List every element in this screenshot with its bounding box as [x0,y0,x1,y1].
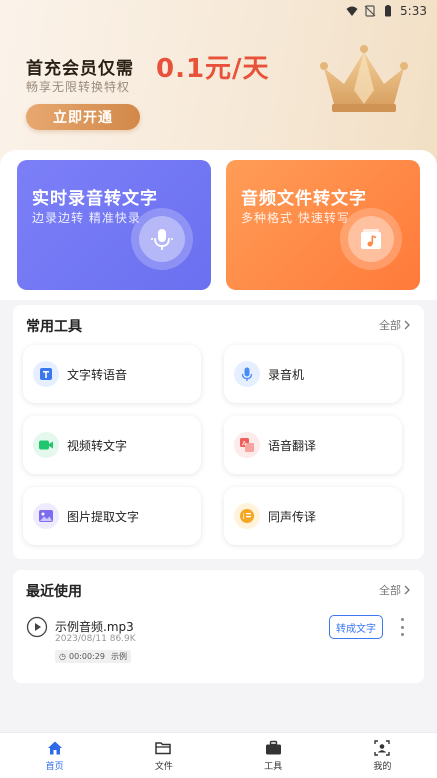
promo-title: 首充会员仅需 [26,59,134,79]
tool-recorder[interactable]: 录音机 [224,345,402,403]
feature-title: 实时录音转文字 [32,189,158,209]
interpret-icon: i [234,503,260,529]
microphone-icon [151,229,173,250]
battery-icon [385,5,392,17]
home-icon [47,741,62,754]
tool-simultaneous-interpret[interactable]: i 同声传译 [224,487,402,545]
convert-to-text-button[interactable]: 转成文字 [329,615,383,639]
wifi-icon [346,6,358,16]
no-sim-icon [364,5,376,17]
tool-video-to-text[interactable]: 视频转文字 [23,416,201,474]
chevron-right-icon [404,585,410,595]
recent-section: 最近使用 全部 示例音频.mp3 2023/08/11 86.9K ◷ 00:0… [13,570,424,683]
svg-text:i: i [243,512,245,521]
audio-file-transcribe-card[interactable]: 音频文件转文字 多种格式 快速转写 [226,160,420,290]
tool-label: 语音翻译 [268,438,317,453]
nav-label: 文件 [154,761,173,772]
video-icon [33,432,59,458]
section-title: 最近使用 [26,584,82,600]
feature-subtitle: 边录边转 精准快录 [32,211,141,225]
tool-voice-translate[interactable]: A 语音翻译 [224,416,402,474]
duration-text: 00:00:29 [68,652,105,661]
more-options-icon[interactable] [399,618,405,636]
svg-text:A: A [242,439,247,447]
clock: 5:33 [400,4,427,18]
feature-title: 音频文件转文字 [241,189,367,209]
nav-tools[interactable]: 工具 [219,733,328,778]
recent-file-name[interactable]: 示例音频.mp3 [55,618,134,635]
duration-badge: ◷ 00:00:29 [55,650,109,663]
common-tools-section: 常用工具 全部 文字转语音 录音机 视频转文字 A 语音翻译 图片提取文字 i … [13,305,424,559]
sample-tag: 示例 [107,650,131,663]
nav-profile[interactable]: 我的 [328,733,437,778]
tool-label: 图片提取文字 [67,509,140,524]
bottom-nav: 首页 文件 工具 我的 [0,732,437,778]
view-all-label: 全部 [379,584,401,597]
promo-price: 0.1元/天 [156,54,270,84]
chevron-right-icon [404,320,410,330]
folder-icon [155,741,172,754]
status-bar: 5:33 [0,0,437,22]
subscribe-button[interactable]: 立即开通 [26,104,140,130]
nav-label: 我的 [373,761,392,772]
tool-label: 录音机 [268,367,305,382]
text-to-speech-icon [33,361,59,387]
tool-label: 同声传译 [268,509,317,524]
feature-badge [340,208,402,270]
tool-label: 文字转语音 [67,367,128,382]
tool-text-to-speech[interactable]: 文字转语音 [23,345,201,403]
view-all-tools-link[interactable]: 全部 [379,317,411,333]
profile-icon [374,739,391,756]
crown-icon [320,45,408,112]
feature-subtitle: 多种格式 快速转写 [241,211,350,225]
realtime-transcribe-card[interactable]: 实时录音转文字 边录边转 精准快录 [17,160,211,290]
section-title: 常用工具 [26,319,82,335]
nav-files[interactable]: 文件 [109,733,218,778]
nav-label: 工具 [264,761,283,772]
translate-icon: A [234,432,260,458]
image-icon [33,503,59,529]
recent-file-meta: 2023/08/11 86.9K [55,634,136,644]
nav-label: 首页 [45,761,64,772]
tool-label: 视频转文字 [67,438,128,453]
music-file-icon [361,229,381,249]
play-icon[interactable] [26,616,48,638]
view-all-label: 全部 [379,319,401,332]
promo-subtitle: 畅享无限转换特权 [26,80,131,94]
feature-badge [131,208,193,270]
nav-home[interactable]: 首页 [0,733,109,778]
recorder-icon [234,361,260,387]
view-all-recent-link[interactable]: 全部 [379,582,411,598]
toolbox-icon [265,740,281,754]
clock-icon: ◷ [59,652,66,661]
tool-image-ocr[interactable]: 图片提取文字 [23,487,201,545]
